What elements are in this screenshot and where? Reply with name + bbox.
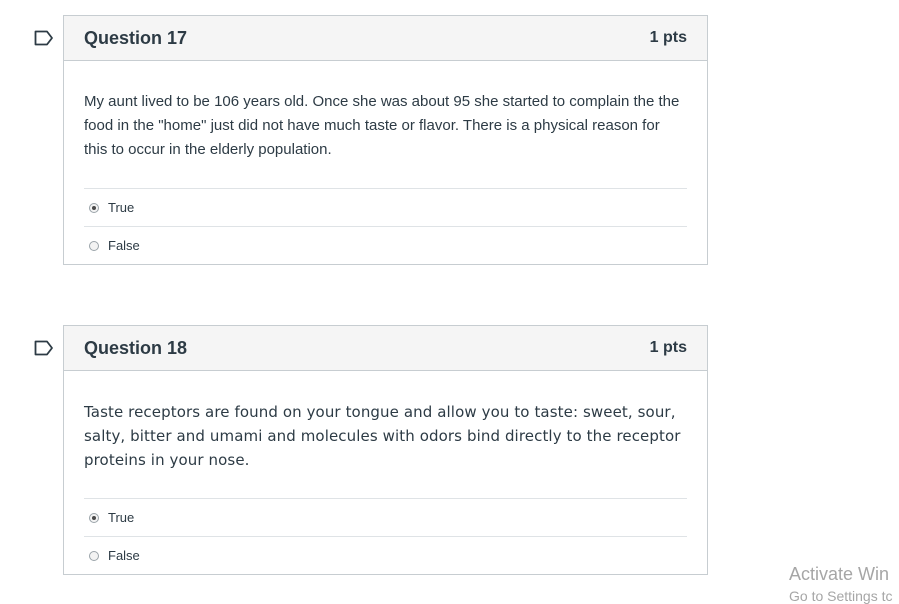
answer-label: True	[108, 510, 135, 525]
windows-activation-watermark: Activate Win Go to Settings tc	[789, 562, 893, 604]
answer-false[interactable]: False	[84, 537, 687, 574]
question-header: Question 17 1 pts	[64, 16, 707, 61]
question-title: Question 17	[84, 27, 188, 48]
question-body: Taste receptors are found on your tongue…	[64, 371, 707, 574]
answer-true[interactable]: True	[84, 189, 687, 227]
watermark-title: Activate Win	[789, 564, 890, 584]
radio-false[interactable]	[89, 550, 99, 561]
watermark-subtitle: Go to Settings tc	[789, 588, 893, 604]
question-points: 1 pts	[649, 29, 687, 46]
answer-label: False	[108, 548, 140, 563]
question-body: My aunt lived to be 106 years old. Once …	[64, 61, 707, 264]
question-text: Taste receptors are found on your tongue…	[84, 403, 681, 469]
answer-list: True False	[84, 498, 687, 574]
question-17: Question 17 1 pts My aunt lived to be 10…	[63, 15, 708, 265]
answer-label: False	[108, 238, 140, 253]
radio-true-selected[interactable]	[89, 202, 99, 213]
question-points: 1 pts	[649, 339, 687, 356]
flag-question-18-icon[interactable]	[34, 340, 54, 356]
radio-false[interactable]	[89, 240, 99, 251]
flag-question-17-icon[interactable]	[34, 30, 54, 46]
radio-true-selected[interactable]	[89, 512, 99, 523]
question-header: Question 18 1 pts	[64, 326, 707, 371]
question-18: Question 18 1 pts Taste receptors are fo…	[63, 325, 708, 575]
question-title: Question 18	[84, 337, 188, 358]
answer-false[interactable]: False	[84, 227, 687, 264]
answer-list: True False	[84, 188, 687, 264]
question-text: My aunt lived to be 106 years old. Once …	[84, 93, 680, 158]
answer-label: True	[108, 200, 135, 215]
answer-true[interactable]: True	[84, 499, 687, 537]
